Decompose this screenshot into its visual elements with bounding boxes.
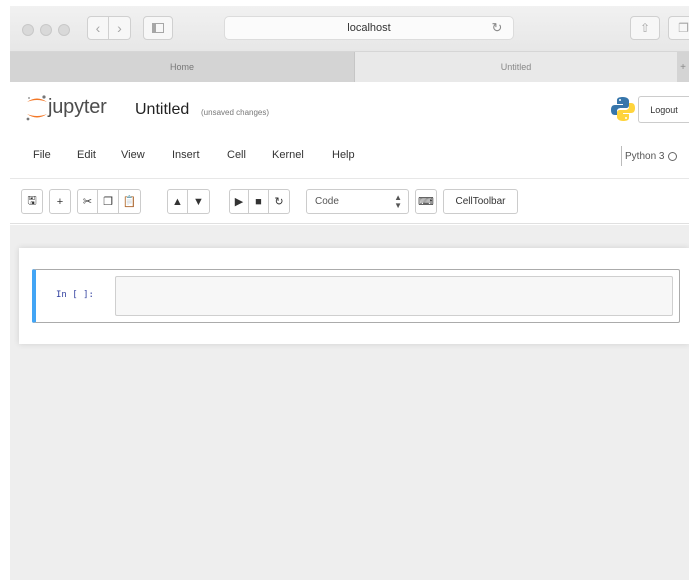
select-arrows-icon: ▲ ▼ <box>394 193 402 210</box>
menu-view[interactable]: View <box>121 149 145 161</box>
history-navigation: ‹ › <box>87 16 131 40</box>
scissors-icon: ✂ <box>82 196 93 208</box>
menu-cell[interactable]: Cell <box>227 149 246 161</box>
insert-cell-below-button[interactable]: + <box>49 189 71 214</box>
notebook-name[interactable]: Untitled <box>135 101 189 119</box>
browser-tab-untitled[interactable]: Untitled <box>355 52 677 82</box>
menu-bar: File Edit View Insert Cell Kernel Help P… <box>10 135 689 179</box>
plus-icon: + <box>56 195 64 208</box>
close-window-button[interactable] <box>22 24 34 36</box>
browser-titlebar: ‹ › localhost ↻ ⇧ ❐ <box>10 6 689 52</box>
kernel-name: Python 3 <box>625 150 665 162</box>
zoom-window-button[interactable] <box>58 24 70 36</box>
save-status: (unsaved changes) <box>201 108 270 117</box>
cell-type-select[interactable]: Code ▲ ▼ <box>306 189 409 214</box>
save-button[interactable]: 🖫 <box>21 189 43 214</box>
tab-label: Untitled <box>500 62 532 72</box>
copy-icon: ❐ <box>103 196 113 208</box>
python-logo-icon <box>611 97 635 121</box>
restart-kernel-button[interactable]: ↻ <box>269 189 290 214</box>
address-bar[interactable]: localhost <box>224 16 514 40</box>
share-icon: ⇧ <box>639 21 651 35</box>
cell-toolbar-button[interactable]: CellToolbar <box>443 189 518 214</box>
browser-tab-home[interactable]: Home <box>10 52 355 82</box>
keyboard-icon: ⌨ <box>418 196 434 208</box>
share-button[interactable]: ⇧ <box>630 16 660 40</box>
interrupt-kernel-button[interactable]: ■ <box>249 189 269 214</box>
command-palette-button[interactable]: ⌨ <box>415 189 437 214</box>
menu-kernel[interactable]: Kernel <box>272 149 304 161</box>
tab-label: Home <box>169 62 194 72</box>
minimize-window-button[interactable] <box>40 24 52 36</box>
address-text: localhost <box>347 22 391 34</box>
tabs-icon: ❐ <box>678 21 689 35</box>
sidebar-icon <box>152 23 164 33</box>
cut-cells-button[interactable]: ✂ <box>77 189 98 214</box>
forward-button[interactable]: › <box>109 16 131 40</box>
reload-button[interactable]: ↻ <box>487 16 507 40</box>
menu-edit[interactable]: Edit <box>77 149 96 161</box>
run-cell-button[interactable]: ▶ <box>229 189 249 214</box>
stop-icon: ■ <box>255 195 262 208</box>
browser-tab-strip: Home Untitled + <box>10 52 689 82</box>
window-controls <box>22 24 70 36</box>
arrow-up-icon: ▲ <box>172 195 183 208</box>
arrow-down-icon: ▼ <box>193 195 204 208</box>
back-button[interactable]: ‹ <box>87 16 109 40</box>
cell-type-value: Code <box>315 196 339 207</box>
clipboard-icon: 📋 <box>122 196 137 208</box>
chevron-left-icon: ‹ <box>95 20 101 36</box>
code-input[interactable] <box>115 276 673 316</box>
paste-cells-button[interactable]: 📋 <box>119 189 141 214</box>
step-forward-icon: ▶ <box>234 196 244 208</box>
menu-insert[interactable]: Insert <box>172 149 200 161</box>
menu-file[interactable]: File <box>33 149 51 161</box>
plus-icon: + <box>680 61 686 73</box>
copy-cells-button[interactable]: ❐ <box>98 189 119 214</box>
notebook-toolbar: 🖫 + ✂ ❐ 📋 ▲ ▼ ▶ ■ ↻ Code ▲ ▼ ⌨ CellToolba… <box>10 180 689 224</box>
new-tab-button[interactable]: + <box>677 52 689 82</box>
chevron-right-icon: › <box>117 20 122 36</box>
reload-icon: ↻ <box>274 196 284 208</box>
sidebar-toggle-button[interactable] <box>143 16 173 40</box>
logout-button[interactable]: Logout <box>638 96 689 123</box>
kernel-indicator: Python 3 <box>621 146 678 166</box>
kernel-status-icon <box>668 151 678 161</box>
menu-help[interactable]: Help <box>332 149 355 161</box>
reload-icon: ↻ <box>491 20 503 35</box>
jupyter-wordmark: jupyter <box>48 96 107 118</box>
input-prompt: In [ ]: <box>56 290 94 300</box>
move-cell-down-button[interactable]: ▼ <box>188 189 210 214</box>
notebook-header: jupyter Untitled (unsaved changes) Logou… <box>10 83 689 135</box>
floppy-disk-icon: 🖫 <box>27 195 37 207</box>
show-tabs-button[interactable]: ❐ <box>668 16 689 40</box>
jupyter-logo-icon[interactable] <box>24 93 50 123</box>
move-cell-up-button[interactable]: ▲ <box>167 189 188 214</box>
